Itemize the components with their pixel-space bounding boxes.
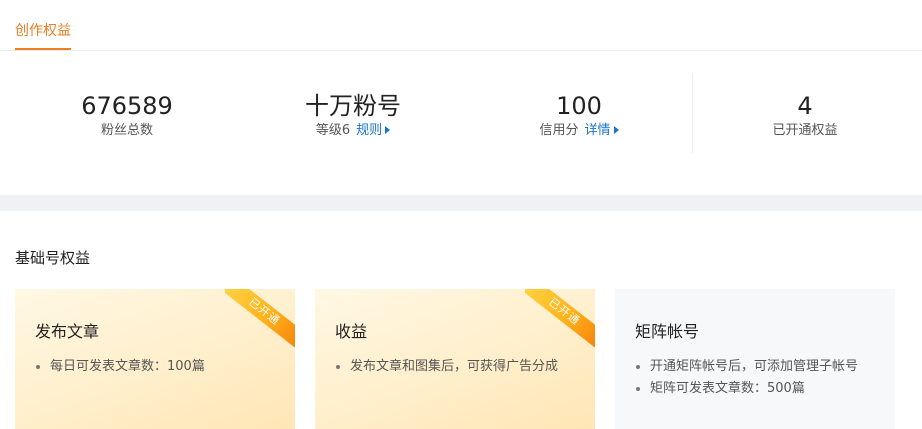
card-title: 收益 — [335, 322, 368, 341]
activated-badge: 已开通 — [525, 289, 595, 353]
credit-row: 信用分 详情 — [464, 122, 694, 140]
list-item: 矩阵可发表文章数：500篇 — [635, 378, 858, 400]
benefit-text: 每日可发表文章数：100篇 — [50, 359, 205, 374]
fans-count: 676589 — [81, 92, 173, 120]
bullet-icon — [36, 365, 40, 369]
list-item: 开通矩阵帐号后，可添加管理子帐号 — [635, 356, 858, 378]
list-item: 每日可发表文章数：100篇 — [35, 356, 205, 378]
stat-fans: 676589 粉丝总数 — [12, 91, 242, 140]
benefit-text: 开通矩阵帐号后，可添加管理子帐号 — [650, 359, 859, 374]
rights-label: 已开通权益 — [772, 123, 838, 138]
caret-right-icon — [385, 126, 391, 134]
list-item: 发布文章和图集后，可获得广告分成 — [335, 356, 558, 378]
section-title: 基础号权益 — [15, 249, 91, 267]
badge-corner: 已开通 — [525, 289, 595, 359]
level-row: 等级6 规则 — [238, 122, 468, 140]
rights-count: 4 — [797, 92, 813, 120]
card-benefit-list: 开通矩阵帐号后，可添加管理子帐号 矩阵可发表文章数：500篇 — [635, 356, 858, 400]
rules-link[interactable]: 规则 — [356, 123, 391, 138]
active-tab-indicator — [15, 48, 71, 50]
stat-level: 十万粉号 等级6 规则 — [238, 91, 468, 140]
card-matrix-account[interactable]: 矩阵帐号 开通矩阵帐号后，可添加管理子帐号 矩阵可发表文章数：500篇 — [615, 289, 895, 429]
bullet-icon — [336, 365, 340, 369]
credit-label: 信用分 — [539, 123, 579, 138]
details-link-label: 详情 — [584, 123, 611, 138]
bullet-icon — [636, 365, 640, 369]
section-separator — [0, 195, 922, 211]
stat-credit: 100 信用分 详情 — [464, 91, 694, 140]
card-earnings[interactable]: 已开通 收益 发布文章和图集后，可获得广告分成 — [315, 289, 595, 429]
rules-link-label: 规则 — [356, 123, 383, 138]
credit-score: 100 — [556, 92, 602, 120]
tab-bar: 创作权益 — [0, 0, 922, 51]
details-link[interactable]: 详情 — [585, 123, 619, 138]
tab-creator-rights[interactable]: 创作权益 — [15, 21, 71, 41]
level-label: 等级6 — [315, 123, 351, 138]
stat-rights: 4 已开通权益 — [690, 91, 920, 140]
benefit-text: 矩阵可发表文章数：500篇 — [650, 381, 805, 396]
fans-label: 粉丝总数 — [100, 123, 153, 138]
card-title: 矩阵帐号 — [635, 322, 700, 341]
bullet-icon — [636, 387, 640, 391]
caret-right-icon — [613, 126, 619, 134]
card-benefit-list: 每日可发表文章数：100篇 — [35, 356, 205, 378]
benefit-text: 发布文章和图集后，可获得广告分成 — [350, 359, 559, 374]
card-benefit-list: 发布文章和图集后，可获得广告分成 — [335, 356, 558, 378]
activated-badge: 已开通 — [225, 289, 295, 353]
level-name: 十万粉号 — [305, 92, 401, 120]
badge-corner: 已开通 — [225, 289, 295, 359]
card-title: 发布文章 — [35, 322, 100, 341]
stats-panel: 676589 粉丝总数 十万粉号 等级6 规则 100 信用分 详情 4 已开通权益 — [0, 51, 922, 195]
card-publish-articles[interactable]: 已开通 发布文章 每日可发表文章数：100篇 — [15, 289, 295, 429]
